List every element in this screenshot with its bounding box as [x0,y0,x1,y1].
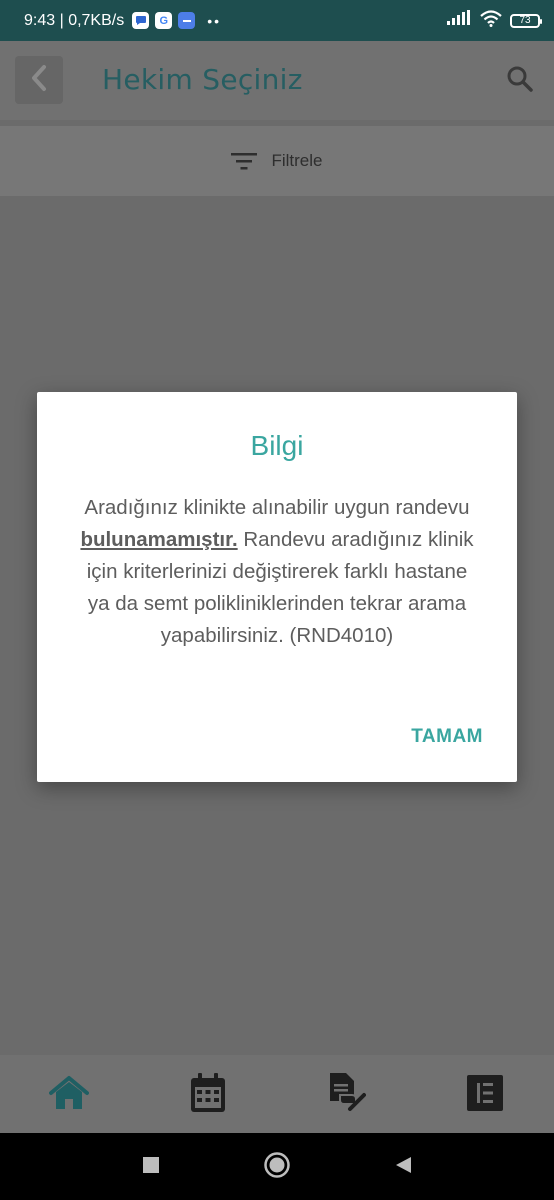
info-dialog: Bilgi Aradığınız klinikte alınabilir uyg… [37,392,517,782]
home-circle-icon [263,1151,291,1184]
page-title: Hekim Seçiniz [102,63,303,96]
filter-icon [231,151,258,171]
status-bar: 9:43 | 0,7KB/s G •• 73 [0,0,554,41]
ok-button[interactable]: TAMAM [411,726,483,748]
filter-button[interactable]: Filtrele [0,126,554,196]
app-header: Hekim Seçiniz [0,41,554,120]
status-right: 73 [446,9,542,32]
nav-home[interactable] [49,1075,89,1115]
back-triangle-icon [393,1155,413,1180]
battery-level: 73 [519,15,531,26]
bottom-nav [0,1055,554,1133]
system-home-button[interactable] [263,1151,291,1184]
search-icon [506,65,534,98]
nav-records[interactable] [326,1072,366,1115]
dialog-message-emphasis: bulunamamıştır. [80,528,238,551]
calendar-icon [189,1072,227,1119]
dialog-title: Bilgi [250,430,304,461]
wifi-icon [480,9,502,32]
chevron-left-icon [29,64,49,97]
back-button[interactable] [15,56,63,104]
status-time-speed: 9:43 | 0,7KB/s [24,11,125,29]
nav-calendar[interactable] [188,1072,228,1115]
signal-icon [446,10,472,31]
filter-label: Filtrele [271,151,323,170]
recent-apps-icon [142,1156,160,1179]
search-button[interactable] [504,65,536,97]
system-back-button[interactable] [389,1153,417,1181]
list-icon [466,1074,504,1117]
dialog-message: Aradığınız klinikte alınabilir uygun ran… [77,492,477,652]
status-left: 9:43 | 0,7KB/s G •• [24,12,221,30]
google-icon: G [155,12,173,29]
app-icon [178,12,196,29]
message-icon [132,12,150,29]
system-nav [0,1133,554,1200]
nav-list[interactable] [465,1074,505,1117]
battery-icon: 73 [510,13,542,28]
dialog-message-part-1: Aradığınız klinikte alınabilir uygun ran… [84,496,470,519]
records-icon [326,1071,366,1120]
home-icon [49,1075,89,1116]
recent-apps-button[interactable] [137,1153,165,1181]
more-notifications-dots: •• [207,12,222,29]
